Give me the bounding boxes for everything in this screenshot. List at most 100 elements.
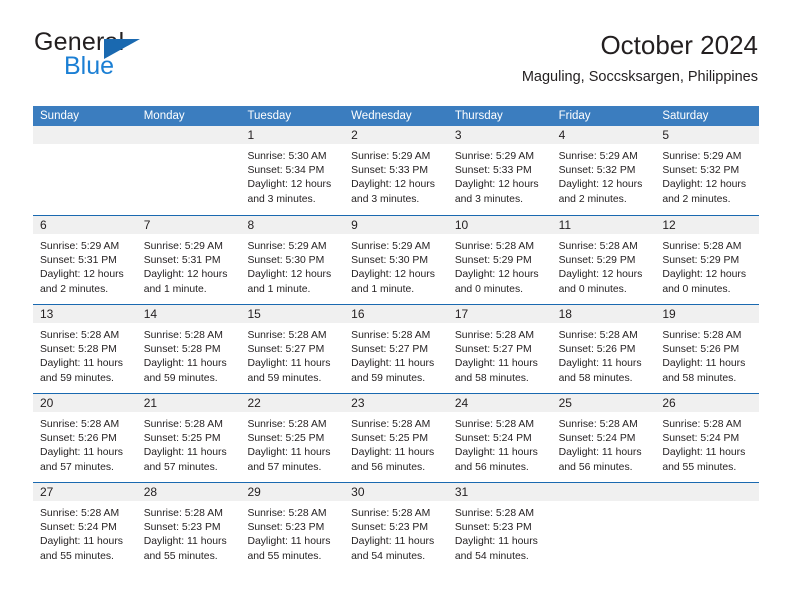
day-cell[interactable]: 10 Sunrise: 5:28 AM Sunset: 5:29 PM Dayligh… [447,216,552,304]
daylight-text-line2: and 3 minutes. [247,193,316,205]
day-number: 22 [247,396,261,410]
day-number: 20 [40,396,54,410]
day-cell[interactable]: 19 Sunrise: 5:28 AM Sunset: 5:26 PM Dayligh… [655,305,760,393]
sunset-text: Sunset: 5:26 PM [662,344,740,356]
day-cell[interactable]: 31 Sunrise: 5:28 AM Sunset: 5:23 PM Dayligh… [447,483,552,571]
day-cell[interactable]: 4 Sunrise: 5:29 AM Sunset: 5:32 PM Daylight… [551,126,656,215]
day-number: 27 [40,485,54,499]
sunrise-text: Sunrise: 5:28 AM [40,419,120,430]
sunrise-text: Sunrise: 5:29 AM [454,151,535,162]
daylight-text-line2: and 57 minutes. [40,461,114,473]
sunset-text: Sunset: 5:27 PM [454,344,532,356]
daylight-text-line1: Daylight: 11 hours [247,536,331,548]
day-cell[interactable]: 17 Sunrise: 5:28 AM Sunset: 5:27 PM Dayligh… [447,305,552,393]
day-cell[interactable]: 30 Sunrise: 5:28 AM Sunset: 5:23 PM Dayligh… [344,483,448,571]
sunrise-text: Sunrise: 5:29 AM [662,151,742,162]
day-info: Sunrise: 5:28 AM Sunset: 5:24 PM Daylight:… [552,412,656,475]
day-cell[interactable]: 28 Sunrise: 5:28 AM Sunset: 5:23 PM Dayligh… [136,483,241,571]
sunrise-text: Sunrise: 5:28 AM [143,508,223,519]
sunrise-text: Sunrise: 5:29 AM [40,241,120,252]
day-number: 28 [143,485,158,499]
day-cell[interactable]: 24 Sunrise: 5:28 AM Sunset: 5:24 PM Dayligh… [447,394,552,482]
day-number-band: 14 [136,305,241,323]
day-cell[interactable]: 8 Sunrise: 5:29 AM Sunset: 5:30 PM Daylight… [240,216,345,304]
day-cell[interactable]: 3 Sunrise: 5:29 AM Sunset: 5:33 PM Daylight… [447,126,552,215]
day-cell[interactable]: 1 Sunrise: 5:30 AM Sunset: 5:34 PM Daylight… [240,126,345,215]
day-cell[interactable]: 6 Sunrise: 5:29 AM Sunset: 5:31 PM Daylight… [33,216,137,304]
day-cell-empty [136,126,241,215]
day-number-band: 12 [655,216,760,234]
daylight-text-line2: and 59 minutes. [143,372,218,384]
sunset-text: Sunset: 5:29 PM [454,255,532,267]
day-cell[interactable]: 15 Sunrise: 5:28 AM Sunset: 5:27 PM Dayligh… [240,305,345,393]
day-number: 18 [558,307,572,321]
day-cell[interactable]: 11 Sunrise: 5:28 AM Sunset: 5:29 PM Dayligh… [551,216,656,304]
sunrise-text: Sunrise: 5:29 AM [351,151,431,162]
sunset-text: Sunset: 5:29 PM [558,255,636,267]
daylight-text-line1: Daylight: 11 hours [247,358,331,370]
sunrise-text: Sunrise: 5:29 AM [143,241,223,252]
day-cell[interactable]: 23 Sunrise: 5:28 AM Sunset: 5:25 PM Dayligh… [344,394,448,482]
day-cell[interactable]: 5 Sunrise: 5:29 AM Sunset: 5:32 PM Daylight… [655,126,760,215]
daylight-text-line1: Daylight: 12 hours [247,269,332,281]
day-number-band: 8 [240,216,345,234]
day-info: Sunrise: 5:28 AM Sunset: 5:27 PM Daylight:… [448,323,552,386]
day-number-band: 10 [447,216,552,234]
day-number: 30 [351,485,365,499]
day-cell[interactable]: 13 Sunrise: 5:28 AM Sunset: 5:28 PM Dayligh… [33,305,137,393]
calendar-week-row: 20 Sunrise: 5:28 AM Sunset: 5:26 PM Dayligh… [33,393,760,482]
day-cell[interactable]: 18 Sunrise: 5:28 AM Sunset: 5:26 PM Dayligh… [551,305,656,393]
day-cell[interactable]: 26 Sunrise: 5:28 AM Sunset: 5:24 PM Dayligh… [655,394,760,482]
page-title: October 2024 [600,30,758,60]
logo-text-blue: Blue [64,52,115,80]
day-cell[interactable]: 29 Sunrise: 5:28 AM Sunset: 5:23 PM Dayligh… [240,483,345,571]
sunset-text: Sunset: 5:29 PM [662,255,740,267]
daylight-text-line1: Daylight: 12 hours [40,269,124,281]
day-number-band [655,483,760,501]
day-number: 7 [143,218,151,232]
day-number: 6 [40,218,47,232]
sunset-text: Sunset: 5:28 PM [143,344,221,356]
day-cell[interactable]: 7 Sunrise: 5:29 AM Sunset: 5:31 PM Daylight… [136,216,241,304]
sunrise-text: Sunrise: 5:30 AM [247,151,327,162]
day-info: Sunrise: 5:28 AM Sunset: 5:27 PM Daylight:… [240,323,344,386]
day-cell[interactable]: 20 Sunrise: 5:28 AM Sunset: 5:26 PM Dayligh… [33,394,137,482]
day-number-band: 4 [551,126,656,144]
day-number-band: 21 [136,394,241,412]
weekday-header-row: Sunday Monday Tuesday Wednesday Thursday Frid… [33,106,759,126]
day-number: 15 [247,307,261,321]
day-number-band: 16 [344,305,448,323]
daylight-text-line2: and 55 minutes. [662,461,737,473]
day-cell[interactable]: 27 Sunrise: 5:28 AM Sunset: 5:24 PM Dayligh… [33,483,137,571]
daylight-text-line2: and 58 minutes. [662,372,737,384]
day-info: Sunrise: 5:28 AM Sunset: 5:24 PM Daylight:… [448,412,552,475]
page-header: General Blue October 2024 Maguling, Socc… [34,28,758,96]
sunrise-text: Sunrise: 5:28 AM [454,330,535,341]
day-info: Sunrise: 5:28 AM Sunset: 5:23 PM Daylight:… [448,501,552,564]
day-cell[interactable]: 9 Sunrise: 5:29 AM Sunset: 5:30 PM Daylight… [344,216,448,304]
sunset-text: Sunset: 5:24 PM [558,433,636,445]
day-cell[interactable]: 25 Sunrise: 5:28 AM Sunset: 5:24 PM Dayligh… [551,394,656,482]
day-cell[interactable]: 12 Sunrise: 5:28 AM Sunset: 5:29 PM Dayligh… [655,216,760,304]
daylight-text-line2: and 0 minutes. [558,283,627,295]
daylight-text-line1: Daylight: 12 hours [351,269,435,281]
day-cell[interactable]: 21 Sunrise: 5:28 AM Sunset: 5:25 PM Dayligh… [136,394,241,482]
day-number: 24 [454,396,469,410]
day-number-band: 15 [240,305,345,323]
sunrise-text: Sunrise: 5:28 AM [40,508,120,519]
day-info: Sunrise: 5:28 AM Sunset: 5:25 PM Daylight:… [137,412,241,475]
day-cell[interactable]: 2 Sunrise: 5:29 AM Sunset: 5:33 PM Daylight… [344,126,448,215]
sunset-text: Sunset: 5:24 PM [662,433,740,445]
day-cell[interactable]: 22 Sunrise: 5:28 AM Sunset: 5:25 PM Dayligh… [240,394,345,482]
sunset-text: Sunset: 5:33 PM [351,165,428,177]
day-number: 1 [247,128,255,142]
calendar-grid: Sunday Monday Tuesday Wednesday Thursday Frid… [33,106,760,571]
day-cell[interactable]: 16 Sunrise: 5:28 AM Sunset: 5:27 PM Dayligh… [344,305,448,393]
day-cell[interactable]: 14 Sunrise: 5:28 AM Sunset: 5:28 PM Dayligh… [136,305,241,393]
sunset-text: Sunset: 5:31 PM [143,255,221,267]
day-number-band: 24 [447,394,552,412]
daylight-text-line1: Daylight: 11 hours [454,447,538,459]
general-blue-logo[interactable]: General Blue [34,28,264,86]
day-number: 9 [351,218,358,232]
day-number: 4 [558,128,566,142]
